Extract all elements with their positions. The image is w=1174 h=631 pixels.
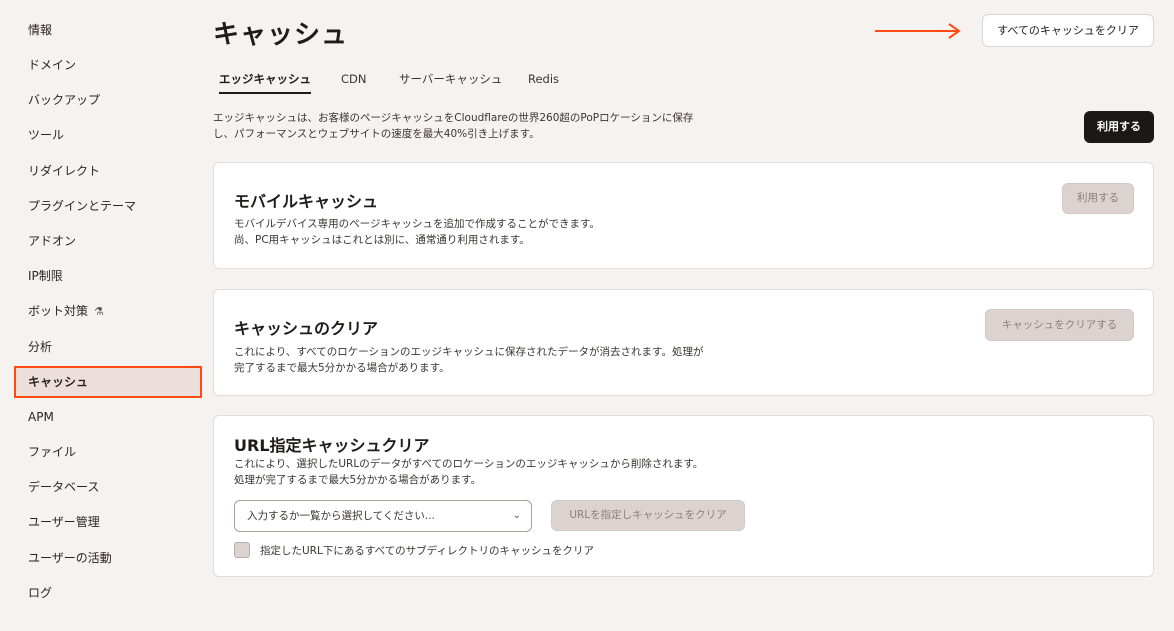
page-title: キャッシュ bbox=[213, 20, 349, 50]
sidebar-item-label: プラグインとテーマ bbox=[28, 199, 137, 213]
enable-mobile-cache-button[interactable]: 利用する bbox=[1062, 183, 1134, 214]
sidebar-item-user-management[interactable]: ユーザー管理 bbox=[14, 506, 202, 538]
sidebar-item-label: ログ bbox=[28, 586, 53, 600]
tab-cdn[interactable]: CDN bbox=[341, 70, 367, 94]
sidebar: 情報 ドメイン バックアップ ツール リダイレクト プラグインとテーマ アドオン… bbox=[0, 0, 202, 631]
sidebar-item-label: 情報 bbox=[28, 23, 53, 37]
sidebar-item-label: ボット対策 bbox=[28, 304, 89, 318]
card-title: URL指定キャッシュクリア bbox=[234, 436, 430, 455]
sidebar-item-backups[interactable]: バックアップ bbox=[14, 84, 202, 116]
sidebar-item-label: データベース bbox=[28, 480, 100, 494]
sidebar-item-label: 分析 bbox=[28, 340, 53, 354]
description-line: 処理が完了するまで最大5分かかる場合があります。 bbox=[234, 474, 482, 486]
edge-cache-description: エッジキャッシュは、お客様のページキャッシュをCloudflareの世界260超… bbox=[213, 110, 753, 142]
sidebar-item-domains[interactable]: ドメイン bbox=[14, 49, 202, 81]
sidebar-item-label: バックアップ bbox=[28, 93, 101, 107]
sidebar-item-label: ユーザーの活動 bbox=[28, 551, 112, 565]
description-line: これにより、すべてのロケーションのエッジキャッシュに保存されたデータが消去されま… bbox=[234, 346, 704, 358]
arrow-right-icon bbox=[875, 23, 961, 39]
clear-url-cache-button[interactable]: URLを指定しキャッシュをクリア bbox=[551, 500, 745, 531]
sidebar-item-bot-protection[interactable]: ボット対策 ⚗ bbox=[14, 295, 202, 327]
sidebar-item-user-activity[interactable]: ユーザーの活動 bbox=[14, 542, 202, 574]
description-line: モバイルデバイス専用のページキャッシュを追加で作成することができます。 bbox=[234, 218, 600, 230]
sidebar-item-label: リダイレクト bbox=[28, 164, 101, 178]
main-content: キャッシュ すべてのキャッシュをクリア エッジキャッシュ CDN サーバーキャッ… bbox=[213, 0, 1154, 631]
sidebar-item-label: アドオン bbox=[28, 234, 77, 248]
description-line: これにより、選択したURLのデータがすべてのロケーションのエッジキャッシュから削… bbox=[234, 458, 704, 470]
card-description: モバイルデバイス専用のページキャッシュを追加で作成することができます。 尚、PC… bbox=[234, 216, 600, 248]
sidebar-item-analytics[interactable]: 分析 bbox=[14, 331, 202, 363]
sidebar-item-label: ファイル bbox=[28, 445, 77, 459]
sidebar-item-files[interactable]: ファイル bbox=[14, 436, 202, 468]
sidebar-item-cache[interactable]: キャッシュ bbox=[14, 366, 202, 398]
card-title: キャッシュのクリア bbox=[234, 319, 379, 338]
description-line: エッジキャッシュは、お客様のページキャッシュをCloudflareの世界260超… bbox=[213, 112, 694, 124]
sidebar-item-logs[interactable]: ログ bbox=[14, 577, 202, 609]
subdirectory-checkbox-label: 指定したURL下にあるすべてのサブディレクトリのキャッシュをクリア bbox=[260, 545, 594, 557]
flask-icon: ⚗ bbox=[94, 305, 104, 318]
tab-redis[interactable]: Redis bbox=[528, 70, 559, 94]
url-cache-clear-card: URL指定キャッシュクリア これにより、選択したURLのデータがすべてのロケーシ… bbox=[213, 415, 1154, 577]
sidebar-item-redirects[interactable]: リダイレクト bbox=[14, 155, 202, 187]
mobile-cache-card: モバイルキャッシュ モバイルデバイス専用のページキャッシュを追加で作成することが… bbox=[213, 162, 1154, 269]
card-description: これにより、すべてのロケーションのエッジキャッシュに保存されたデータが消去されま… bbox=[234, 344, 703, 376]
sidebar-item-label: APM bbox=[28, 410, 54, 424]
sidebar-item-plugins-themes[interactable]: プラグインとテーマ bbox=[14, 190, 202, 222]
sidebar-item-label: ツール bbox=[28, 128, 65, 142]
sidebar-item-tools[interactable]: ツール bbox=[14, 119, 202, 151]
clear-cache-button[interactable]: キャッシュをクリアする bbox=[985, 309, 1134, 341]
sidebar-item-label: ユーザー管理 bbox=[28, 515, 100, 529]
sidebar-item-info[interactable]: 情報 bbox=[14, 14, 202, 46]
tab-server-cache[interactable]: サーバーキャッシュ bbox=[399, 70, 502, 94]
clear-all-cache-button[interactable]: すべてのキャッシュをクリア bbox=[982, 14, 1154, 47]
tab-edge-cache[interactable]: エッジキャッシュ bbox=[219, 70, 311, 94]
enable-edge-cache-button[interactable]: 利用する bbox=[1084, 111, 1154, 143]
description-line: 尚、PC用キャッシュはこれとは別に、通常通り利用されます。 bbox=[234, 234, 530, 246]
url-select-input[interactable]: 入力するか一覧から選択してください... ⌄ bbox=[234, 500, 532, 532]
sidebar-item-addons[interactable]: アドオン bbox=[14, 225, 202, 257]
sidebar-item-ip-restriction[interactable]: IP制限 bbox=[14, 260, 202, 292]
sidebar-item-label: IP制限 bbox=[28, 269, 63, 283]
card-title: モバイルキャッシュ bbox=[234, 192, 379, 211]
description-line: し、パフォーマンスとウェブサイトの速度を最大40%引き上げます。 bbox=[213, 128, 540, 140]
card-description: これにより、選択したURLのデータがすべてのロケーションのエッジキャッシュから削… bbox=[234, 456, 703, 488]
sidebar-item-label: ドメイン bbox=[28, 58, 77, 72]
sidebar-item-label: キャッシュ bbox=[28, 375, 89, 389]
select-placeholder: 入力するか一覧から選択してください... bbox=[247, 510, 435, 522]
chevron-down-icon: ⌄ bbox=[512, 510, 521, 521]
sidebar-item-apm[interactable]: APM bbox=[14, 401, 202, 433]
description-line: 完了するまで最大5分かかる場合があります。 bbox=[234, 362, 450, 374]
clear-cache-card: キャッシュのクリア これにより、すべてのロケーションのエッジキャッシュに保存され… bbox=[213, 289, 1154, 396]
subdirectory-checkbox[interactable] bbox=[234, 542, 250, 558]
sidebar-item-database[interactable]: データベース bbox=[14, 471, 202, 503]
